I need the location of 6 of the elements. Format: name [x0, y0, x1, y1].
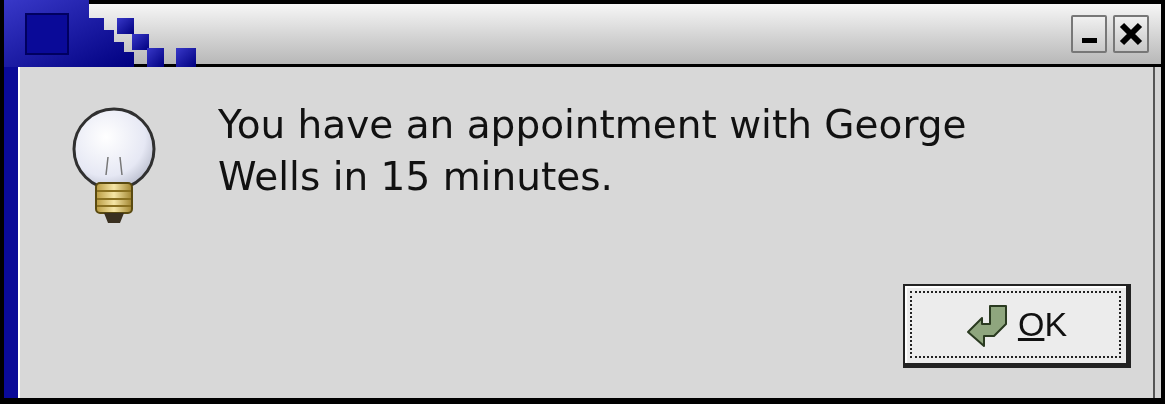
close-button[interactable]	[1113, 15, 1149, 53]
ok-button[interactable]: OK	[903, 284, 1131, 368]
close-icon	[1119, 22, 1143, 46]
minimize-icon	[1081, 37, 1097, 43]
message-text: You have an appointment with George Wells in 15 minutes.	[218, 101, 968, 201]
minimize-button[interactable]	[1071, 15, 1107, 53]
